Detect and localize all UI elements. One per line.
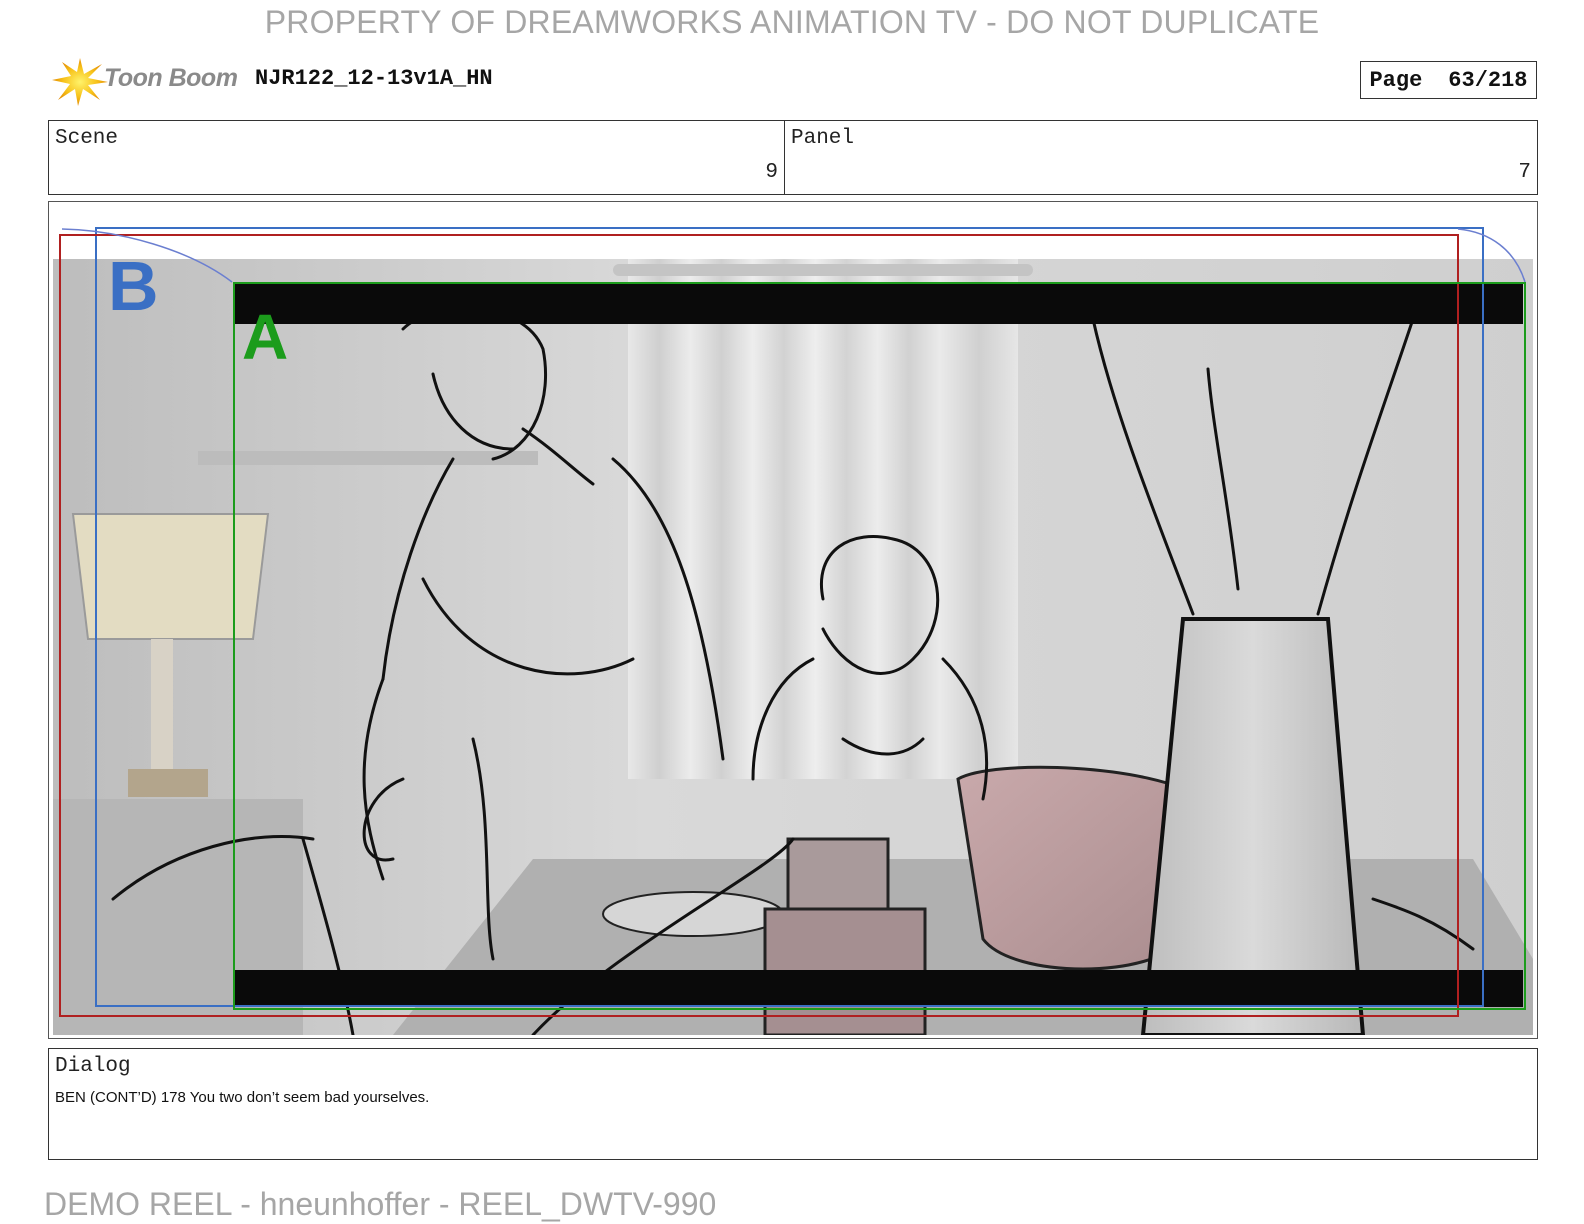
panel-box: Panel 7 bbox=[784, 120, 1538, 195]
dialog-text: BEN (CONT’D) 178 You two don’t seem bad … bbox=[55, 1089, 430, 1106]
dialog-box: Dialog BEN (CONT’D) 178 You two don’t se… bbox=[48, 1048, 1538, 1160]
scene-value: 9 bbox=[765, 161, 778, 184]
frame-a-label: A bbox=[242, 301, 289, 373]
watermark-top: PROPERTY OF DREAMWORKS ANIMATION TV - DO… bbox=[264, 4, 1320, 40]
starburst-logo-icon bbox=[52, 58, 108, 106]
panel-value: 7 bbox=[1518, 161, 1531, 184]
dialog-label: Dialog bbox=[55, 1055, 131, 1078]
scene-label: Scene bbox=[55, 127, 119, 150]
frame-b-label: B bbox=[108, 247, 159, 325]
page-label: Page bbox=[1369, 67, 1423, 93]
watermark-bottom: DEMO REEL - hneunhoffer - REEL_DWTV-990 bbox=[44, 1186, 717, 1222]
toon-boom-logo: Toon Boom bbox=[50, 54, 240, 108]
page-indicator: Page 63/218 bbox=[1360, 61, 1537, 99]
scene-box: Scene 9 bbox=[48, 120, 785, 195]
panel-label: Panel bbox=[791, 127, 855, 150]
storyboard-panel-drawing bbox=[53, 259, 1533, 1035]
page-value: 63/218 bbox=[1448, 67, 1528, 93]
file-id: NJR122_12-13v1A_HN bbox=[255, 66, 493, 91]
logo-text: Toon Boom bbox=[104, 64, 238, 92]
